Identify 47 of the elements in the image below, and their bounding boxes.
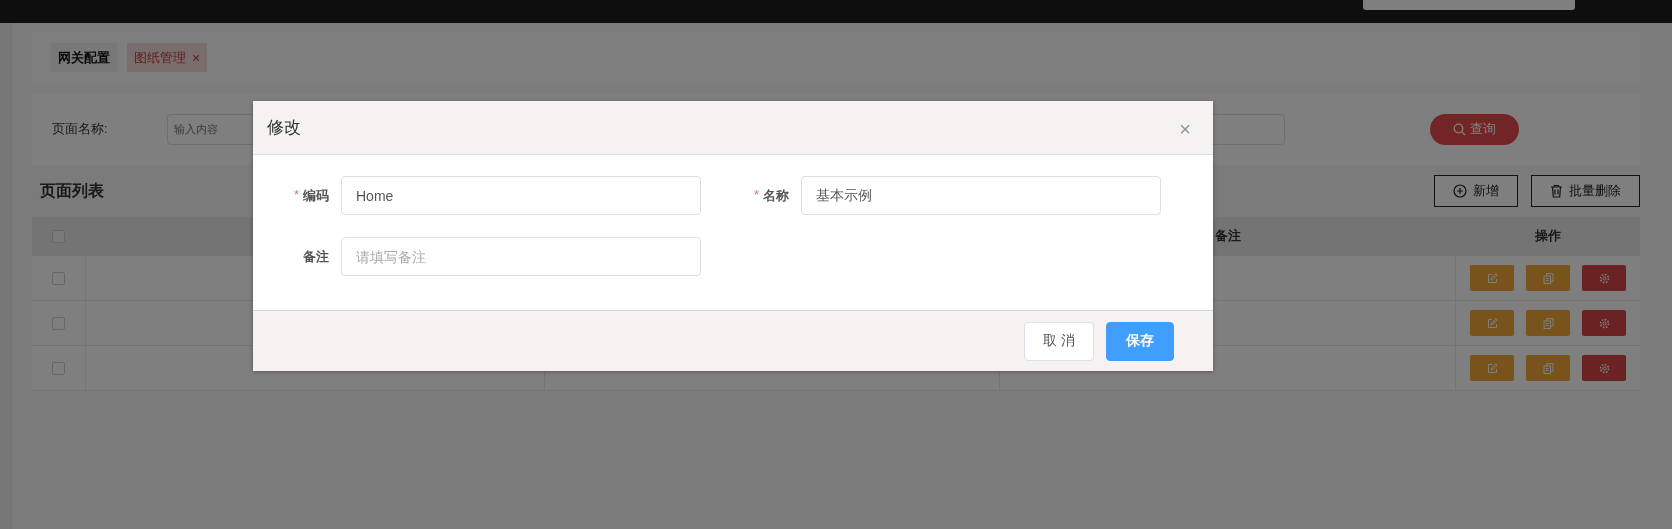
close-button[interactable]: × <box>1177 118 1193 141</box>
checkbox[interactable] <box>52 316 65 330</box>
edit-icon <box>1486 317 1498 329</box>
copy-button[interactable] <box>1526 265 1570 291</box>
save-button[interactable]: 保存 <box>1106 321 1174 361</box>
plus-circle-icon <box>1453 184 1467 198</box>
edit-icon <box>1486 362 1498 374</box>
settings-button[interactable] <box>1582 265 1626 291</box>
edit-button[interactable] <box>1470 355 1514 381</box>
add-button[interactable]: 新增 <box>1434 175 1518 207</box>
field-label: 备注 <box>303 247 329 266</box>
settings-button[interactable] <box>1582 310 1626 336</box>
close-icon[interactable]: × <box>192 49 201 66</box>
copy-button[interactable] <box>1526 355 1570 381</box>
checkbox[interactable] <box>52 271 65 285</box>
settings-button[interactable] <box>1582 355 1626 381</box>
search-icon <box>1453 122 1466 136</box>
field-label: 页面名称: <box>52 120 109 138</box>
copy-icon <box>1542 362 1554 374</box>
edit-button[interactable] <box>1470 310 1514 336</box>
section-title: 页面列表 <box>40 180 104 201</box>
tab[interactable]: 图纸管理 × <box>127 43 208 72</box>
input-field[interactable]: Home <box>341 176 701 215</box>
column-header: 操作 <box>1535 227 1561 245</box>
copy-icon <box>1542 317 1554 329</box>
input-field[interactable] <box>1363 0 1575 10</box>
gear-icon <box>1598 362 1610 374</box>
input-field[interactable]: 请填写备注 <box>341 237 701 276</box>
delete-button[interactable]: 批量删除 <box>1531 175 1640 207</box>
search-button[interactable]: 查询 <box>1430 113 1519 145</box>
copy-button[interactable] <box>1526 310 1570 336</box>
dialog-title: 修改 <box>267 117 301 139</box>
input-field[interactable]: 基本示例 <box>801 176 1161 215</box>
copy-icon <box>1542 272 1554 284</box>
trash-icon <box>1550 184 1563 198</box>
gear-icon <box>1598 317 1610 329</box>
column-header: 备注 <box>1214 227 1241 245</box>
field-label: 编码 <box>303 186 329 205</box>
edit-icon <box>1486 272 1498 284</box>
edit-button[interactable] <box>1470 265 1514 291</box>
cancel-button[interactable]: 取 消 <box>1024 321 1094 361</box>
field-label: 名称 <box>763 186 789 205</box>
gear-icon <box>1598 272 1610 284</box>
checkbox[interactable] <box>52 361 65 375</box>
tab[interactable]: 网关配置 <box>51 43 117 72</box>
required-mark: * <box>753 186 759 204</box>
required-mark: * <box>293 186 299 204</box>
